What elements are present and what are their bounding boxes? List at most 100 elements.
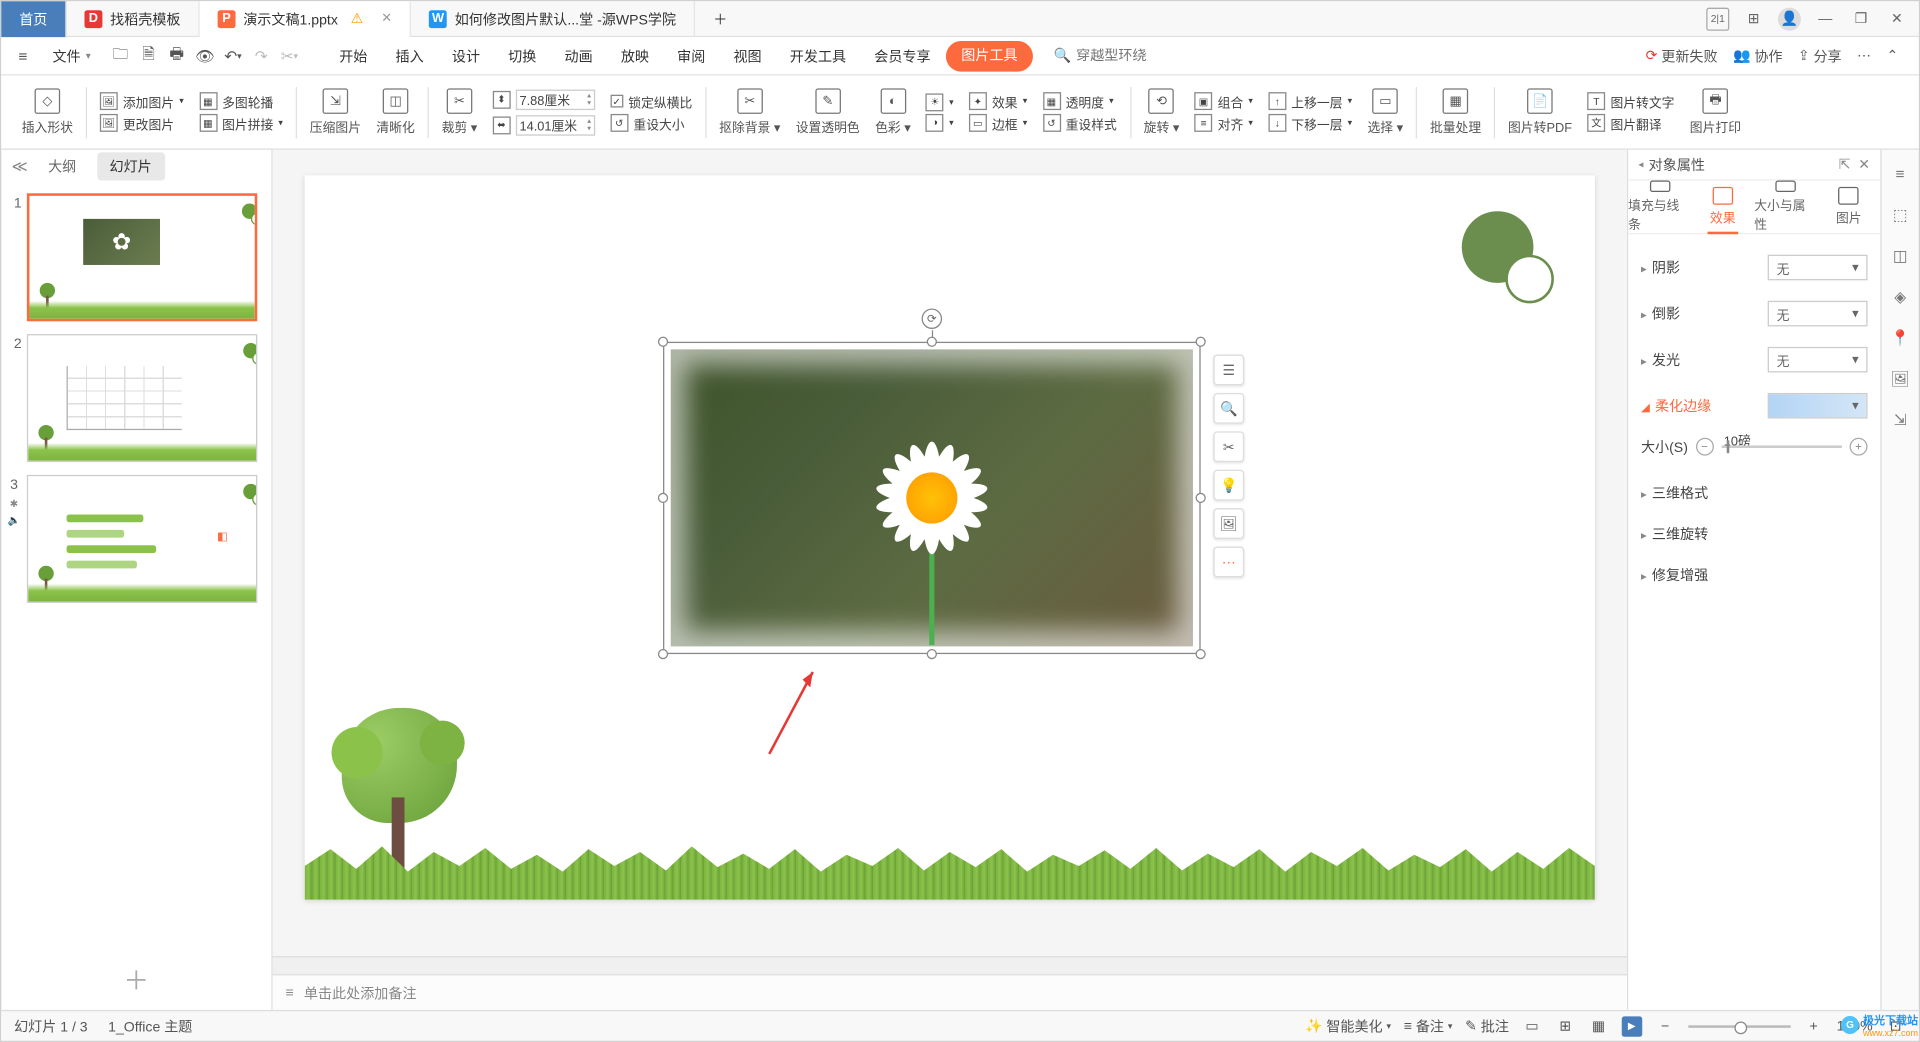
clarify-button[interactable]: ◫清晰化 xyxy=(376,88,414,135)
tab-add[interactable]: ＋ xyxy=(695,1,745,37)
bright-button[interactable]: ☀▾ xyxy=(926,93,954,111)
width-input[interactable]: ⬌14.01厘米▴▾ xyxy=(493,115,595,135)
border-button[interactable]: ▭边框▾ xyxy=(969,113,1027,132)
rail-pin-icon[interactable]: 📍 xyxy=(1889,326,1912,349)
handle-br[interactable] xyxy=(1196,649,1206,659)
menu-insert[interactable]: 插入 xyxy=(383,40,437,71)
prop-3d-format[interactable]: ▸三维格式 xyxy=(1641,472,1868,513)
ctx-zoom-button[interactable]: 🔍 xyxy=(1213,393,1244,424)
view-normal-icon[interactable]: ▭ xyxy=(1522,1016,1542,1036)
img-to-pdf-button[interactable]: 📄图片转PDF xyxy=(1508,88,1572,135)
rail-anim-icon[interactable]: ◈ xyxy=(1889,285,1912,308)
file-menu[interactable]: 文件▾ xyxy=(40,43,104,69)
menu-transition[interactable]: 切换 xyxy=(495,40,549,71)
handle-tl[interactable] xyxy=(658,337,668,347)
handle-tr[interactable] xyxy=(1196,337,1206,347)
slide-canvas[interactable]: ⟳ xyxy=(305,175,1595,899)
zoom-in-icon[interactable]: + xyxy=(1803,1016,1823,1036)
zoom-slider[interactable] xyxy=(1688,1025,1790,1028)
handle-tm[interactable] xyxy=(927,337,937,347)
h-scrollbar[interactable] xyxy=(273,956,1627,974)
prop-tab-size[interactable]: 大小与属性 xyxy=(1754,180,1817,232)
lock-ratio-checkbox[interactable]: ✓锁定纵横比 xyxy=(610,92,692,111)
crop-button[interactable]: ✂裁剪 ▾ xyxy=(442,88,478,135)
handle-mr[interactable] xyxy=(1196,493,1206,503)
rail-layers-icon[interactable]: ◫ xyxy=(1889,244,1912,267)
menu-icon[interactable]: ≡ xyxy=(12,44,35,67)
ctx-image-button[interactable]: 🖼 xyxy=(1213,508,1244,539)
prop-glow[interactable]: ▸发光无▾ xyxy=(1641,337,1868,383)
rail-image-icon[interactable]: 🖼 xyxy=(1889,367,1912,390)
rotate-handle[interactable]: ⟳ xyxy=(922,308,942,328)
view-reading-icon[interactable]: ▦ xyxy=(1588,1016,1608,1036)
image-join-button[interactable]: ▦图片拼接▾ xyxy=(199,113,283,132)
handle-bl[interactable] xyxy=(658,649,668,659)
pin-icon[interactable]: ⇱ xyxy=(1839,156,1851,173)
close-icon[interactable]: ✕ xyxy=(381,12,392,26)
img-print-button[interactable]: 🖶图片打印 xyxy=(1690,88,1741,135)
add-image-button[interactable]: 🖼添加图片▾ xyxy=(100,92,184,111)
prop-reflect[interactable]: ▸倒影无▾ xyxy=(1641,291,1868,337)
apps-icon[interactable]: ⊞ xyxy=(1742,7,1765,30)
menu-review[interactable]: 审阅 xyxy=(664,40,718,71)
compress-button[interactable]: ⇲压缩图片 xyxy=(310,88,361,135)
slide-thumb-2[interactable] xyxy=(27,334,257,462)
cut-icon[interactable]: ✂▾ xyxy=(278,44,301,67)
redo-icon[interactable]: ↷ xyxy=(250,44,273,67)
size-minus[interactable]: − xyxy=(1696,438,1714,456)
beautify-button[interactable]: ✨智能美化▾ xyxy=(1305,1016,1391,1036)
menu-picture-tools[interactable]: 图片工具 xyxy=(946,40,1033,71)
menu-start[interactable]: 开始 xyxy=(326,40,380,71)
calendar-icon[interactable]: 2|1 xyxy=(1706,7,1729,30)
contrast-button[interactable]: ◑▾ xyxy=(926,113,954,131)
tab-templates[interactable]: D 找稻壳模板 xyxy=(67,1,200,37)
minimize-icon[interactable]: — xyxy=(1814,7,1837,30)
handle-ml[interactable] xyxy=(658,493,668,503)
rail-export-icon[interactable]: ⇲ xyxy=(1889,408,1912,431)
share-button[interactable]: ⇪分享 xyxy=(1798,45,1842,65)
preview-icon[interactable]: 👁 xyxy=(193,44,216,67)
size-plus[interactable]: + xyxy=(1850,438,1868,456)
prop-tab-effect[interactable]: 效果 xyxy=(1691,180,1754,232)
reset-style-button[interactable]: ↺重设样式 xyxy=(1043,113,1117,132)
transparency-button[interactable]: ▦透明度▾ xyxy=(1043,92,1114,111)
avatar-icon[interactable]: 👤 xyxy=(1778,7,1801,30)
layer-up-button[interactable]: ↑上移一层▾ xyxy=(1268,92,1352,111)
height-input[interactable]: ⬍7.88厘米▴▾ xyxy=(493,89,595,109)
ctx-layers-button[interactable]: ☰ xyxy=(1213,355,1244,386)
size-slider[interactable] xyxy=(1721,445,1842,448)
notes-bar[interactable]: ≡ 单击此处添加备注 xyxy=(273,974,1627,1010)
rail-collapse-icon[interactable]: ≡ xyxy=(1889,163,1912,186)
select-button[interactable]: ▭选择 ▾ xyxy=(1367,88,1403,135)
prop-3d-rotate[interactable]: ▸三维旋转 xyxy=(1641,513,1868,554)
glow-select[interactable]: 无▾ xyxy=(1768,347,1868,373)
rotate-button[interactable]: ⟲旋转 ▾ xyxy=(1144,88,1180,135)
batch-button[interactable]: ▦批量处理 xyxy=(1430,88,1481,135)
combine-button[interactable]: ▣组合▾ xyxy=(1195,92,1253,111)
tab-document[interactable]: P 演示文稿1.pptx ⚠ ✕ xyxy=(200,1,412,37)
notes-toggle[interactable]: ≡备注▾ xyxy=(1404,1016,1453,1036)
color-button[interactable]: ◐色彩 ▾ xyxy=(875,88,911,135)
undo-icon[interactable]: ↶▾ xyxy=(221,44,244,67)
menu-design[interactable]: 设计 xyxy=(439,40,493,71)
sidebar-tab-outline[interactable]: 大纲 xyxy=(35,152,89,180)
prop-shadow[interactable]: ▸阴影无▾ xyxy=(1641,244,1868,290)
view-sorter-icon[interactable]: ⊞ xyxy=(1555,1016,1575,1036)
prop-soft-edge[interactable]: ◢柔化边缘▾ xyxy=(1641,383,1868,429)
sidebar-tab-slides[interactable]: 幻灯片 xyxy=(97,152,165,180)
layer-down-button[interactable]: ↓下移一层▾ xyxy=(1268,113,1352,132)
tab-help[interactable]: W 如何修改图片默认...堂 -源WPS学院 xyxy=(411,1,695,37)
img-to-text-button[interactable]: T图片转文字 xyxy=(1587,92,1674,111)
coop-button[interactable]: 👥协作 xyxy=(1733,45,1783,65)
selected-image[interactable]: ⟳ xyxy=(663,342,1201,654)
shadow-select[interactable]: 无▾ xyxy=(1768,255,1868,281)
multi-carousel-button[interactable]: ▦多图轮播 xyxy=(199,92,273,111)
reset-size-button[interactable]: ↺重设大小 xyxy=(610,113,684,132)
tab-home[interactable]: 首页 xyxy=(1,1,66,37)
ctx-idea-button[interactable]: 💡 xyxy=(1213,470,1244,501)
prop-close-icon[interactable]: ✕ xyxy=(1858,156,1870,173)
update-fail[interactable]: ⟳更新失败 xyxy=(1646,45,1718,65)
close-window-icon[interactable]: ✕ xyxy=(1885,7,1908,30)
set-transparent-button[interactable]: ✎设置透明色 xyxy=(796,88,860,135)
expand-up-icon[interactable]: ⌃ xyxy=(1886,47,1898,64)
